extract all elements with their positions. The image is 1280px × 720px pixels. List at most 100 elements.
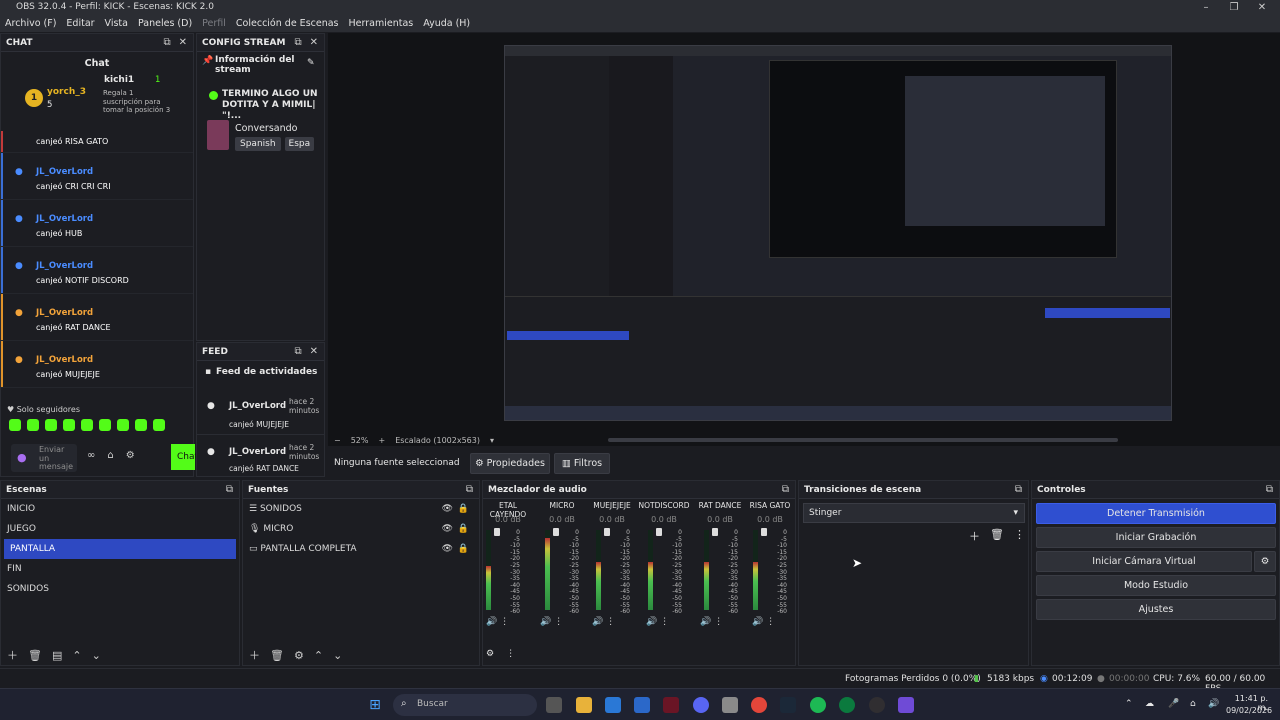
volume-fader[interactable] — [712, 528, 718, 536]
close-icon[interactable]: ✕ — [310, 346, 318, 357]
mixer-settings-icon[interactable]: ⚙ — [486, 649, 494, 659]
stop-stream-button[interactable]: Detener Transmisión — [1036, 503, 1276, 524]
scene-item[interactable]: JUEGO — [1, 519, 239, 539]
more-icon[interactable]: ⋮ — [506, 649, 515, 659]
more-icon[interactable]: ⋮ — [1014, 528, 1025, 544]
zoom-out-icon[interactable]: − — [334, 436, 341, 445]
close-icon[interactable]: ✕ — [310, 37, 318, 48]
channel-controls[interactable]: 🔊 ⋮ — [752, 617, 798, 627]
preview-area[interactable]: − 52% + Escalado (1002x563) ▾ — [328, 33, 1280, 446]
send-button[interactable]: Chat — [171, 444, 198, 470]
properties-button[interactable]: ⚙ Propiedades — [470, 453, 550, 474]
volume-fader[interactable] — [494, 528, 500, 536]
taskbar-search[interactable]: ⌕ Buscar — [393, 694, 537, 716]
store-icon[interactable]: ⌂ — [107, 450, 113, 461]
add-icon[interactable]: ＋ — [7, 647, 18, 663]
eye-icon[interactable]: 👁 — [442, 539, 453, 559]
chat-input[interactable]: ● Enviar un mensaje — [11, 444, 77, 472]
discord-icon[interactable] — [693, 697, 709, 713]
undock-icon[interactable]: ⧉ — [294, 346, 301, 357]
undock-icon[interactable]: ⧉ — [226, 484, 233, 495]
zoom-in-icon[interactable]: + — [378, 436, 385, 445]
infinity-icon[interactable]: ∞ — [87, 450, 95, 461]
preview-canvas[interactable] — [504, 45, 1172, 421]
minimize-icon[interactable]: – — [1192, 0, 1220, 15]
arrow-up-icon[interactable]: ⌃ — [314, 649, 323, 662]
tray-icon[interactable]: ☁ — [1145, 699, 1154, 709]
store-icon[interactable] — [605, 697, 621, 713]
menu-edit[interactable]: Editar — [61, 18, 99, 29]
network-icon[interactable]: ⌂ — [1190, 699, 1196, 709]
undock-icon[interactable]: ⧉ — [294, 37, 301, 48]
volume-fader[interactable] — [604, 528, 610, 536]
add-icon[interactable]: ＋ — [969, 528, 980, 544]
preview-scrollbar[interactable] — [608, 438, 1118, 442]
volume-fader[interactable] — [656, 528, 662, 536]
menu-view[interactable]: Vista — [100, 18, 133, 29]
settings-button[interactable]: Ajustes — [1036, 599, 1276, 620]
channel-controls[interactable]: 🔊 ⋮ — [592, 617, 646, 627]
filter-icon[interactable]: ▤ — [52, 649, 62, 662]
volume-fader[interactable] — [553, 528, 559, 536]
spotify-icon[interactable] — [810, 697, 826, 713]
app-icon[interactable] — [898, 697, 914, 713]
steam-icon[interactable] — [780, 697, 796, 713]
task-view-icon[interactable] — [546, 697, 562, 713]
start-recording-button[interactable]: Iniciar Grabación — [1036, 527, 1276, 548]
chrome-icon[interactable] — [751, 697, 767, 713]
transition-select[interactable]: Stinger ▾ — [803, 503, 1025, 523]
scene-item[interactable]: SONIDOS — [1, 579, 239, 599]
emote-row[interactable] — [9, 419, 165, 431]
menu-tools[interactable]: Herramientas — [344, 18, 419, 29]
volume-fader[interactable] — [761, 528, 767, 536]
gear-icon[interactable]: ⚙ — [294, 649, 304, 662]
close-icon[interactable]: ✕ — [1248, 0, 1276, 15]
trash-icon[interactable]: 🗑 — [990, 528, 1004, 544]
menu-file[interactable]: Archivo (F) — [0, 18, 61, 29]
channel-controls[interactable]: 🔊 ⋮ — [700, 617, 752, 627]
app-icon[interactable] — [663, 697, 679, 713]
filters-button[interactable]: ▥ Filtros — [554, 453, 610, 474]
virtual-camera-settings-icon[interactable]: ⚙ — [1254, 551, 1276, 572]
app-icon[interactable] — [722, 697, 738, 713]
channel-controls[interactable]: 🔊 ⋮ — [540, 617, 592, 627]
undock-icon[interactable]: ⧉ — [1015, 484, 1022, 495]
edit-icon[interactable]: ✎ — [307, 58, 315, 68]
windows-start-icon[interactable]: ⊞ — [367, 697, 383, 713]
settings-icon[interactable]: ⚙ — [126, 450, 135, 461]
lock-icon[interactable]: 🔒 — [458, 499, 469, 519]
source-item[interactable]: ▭ PANTALLA COMPLETA 👁 🔒 — [243, 539, 479, 559]
undock-icon[interactable]: ⧉ — [1266, 484, 1273, 495]
xbox-icon[interactable] — [839, 697, 855, 713]
menu-scene-collection[interactable]: Colección de Escenas — [231, 18, 344, 29]
channel-controls[interactable]: 🔊 ⋮ — [646, 617, 700, 627]
eye-icon[interactable]: 👁 — [442, 499, 453, 519]
obs-icon[interactable] — [869, 697, 885, 713]
undock-icon[interactable]: ⧉ — [782, 484, 789, 495]
eye-icon[interactable]: 👁 — [442, 519, 453, 539]
trash-icon[interactable]: 🗑 — [270, 649, 284, 662]
file-explorer-icon[interactable] — [576, 697, 592, 713]
lock-icon[interactable]: 🔒 — [458, 539, 469, 559]
arrow-up-icon[interactable]: ⌃ — [72, 649, 81, 662]
menu-docks[interactable]: Paneles (D) — [133, 18, 197, 29]
scene-item-selected[interactable]: PANTALLA — [4, 539, 236, 559]
add-icon[interactable]: ＋ — [249, 647, 260, 663]
lock-icon[interactable]: 🔒 — [458, 519, 469, 539]
source-item[interactable]: ☰ SONIDOS 👁 🔒 — [243, 499, 479, 519]
arrow-down-icon[interactable]: ⌄ — [333, 649, 342, 662]
arrow-down-icon[interactable]: ⌄ — [92, 649, 101, 662]
scene-item[interactable]: INICIO — [1, 499, 239, 519]
trash-icon[interactable]: 🗑 — [28, 649, 42, 662]
maximize-icon[interactable]: ❐ — [1220, 0, 1248, 15]
source-item[interactable]: 🎙 MICRO 👁 🔒 — [243, 519, 479, 539]
outlook-icon[interactable] — [634, 697, 650, 713]
scene-item[interactable]: FIN — [1, 559, 239, 579]
tray-mic-icon[interactable]: 🎤 — [1168, 699, 1179, 709]
channel-controls[interactable]: 🔊 ⋮ — [486, 617, 540, 627]
undock-icon[interactable]: ⧉ — [163, 37, 170, 48]
clock-date[interactable]: 09/02/2026 — [1226, 706, 1272, 715]
volume-icon[interactable]: 🔊 — [1208, 699, 1219, 709]
scale-dropdown-icon[interactable]: ▾ — [490, 436, 494, 445]
tray-chevron-icon[interactable]: ⌃ — [1125, 699, 1133, 709]
